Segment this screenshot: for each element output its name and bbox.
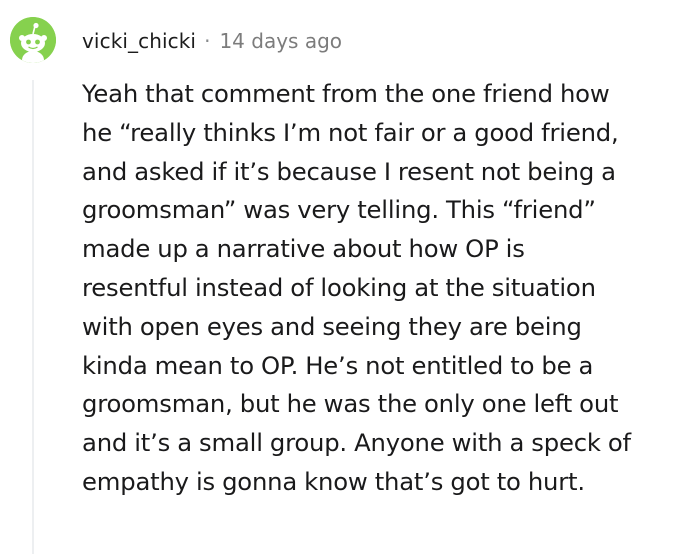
comment-line: resentful instead of looking at the situ… <box>82 272 596 302</box>
avatar[interactable] <box>10 17 56 63</box>
comment-line: and it’s a small group. Anyone with a sp… <box>82 428 631 458</box>
comment-line: made up a narrative about how OP is <box>82 234 525 264</box>
comment-header: vicki_chicki · 14 days ago <box>82 26 342 56</box>
comment-line: he “really thinks I’m not fair or a good… <box>82 117 619 147</box>
comment-body: Yeah that comment from the one friend ho… <box>82 75 694 502</box>
comment-line: empathy is gonna know that’s got to hurt… <box>82 466 585 496</box>
timestamp[interactable]: 14 days ago <box>219 29 342 53</box>
snoo-avatar-icon <box>10 17 56 63</box>
username[interactable]: vicki_chicki <box>82 29 196 53</box>
comment-line: with open eyes and seeing they are being <box>82 311 582 341</box>
comment-line: Yeah that comment from the one friend ho… <box>82 79 610 108</box>
comment-line: groomsman” was very telling. This “frien… <box>82 195 596 225</box>
thread-line[interactable] <box>32 80 34 554</box>
comment: vicki_chicki · 14 days ago Yeah that com… <box>0 0 700 554</box>
header-separator: · <box>204 29 211 53</box>
comment-line: groomsman, but he was the only one left … <box>82 389 619 419</box>
comment-line: and asked if it’s because I resent not b… <box>82 156 616 186</box>
comment-line: kinda mean to OP. He’s not entitled to b… <box>82 350 594 380</box>
